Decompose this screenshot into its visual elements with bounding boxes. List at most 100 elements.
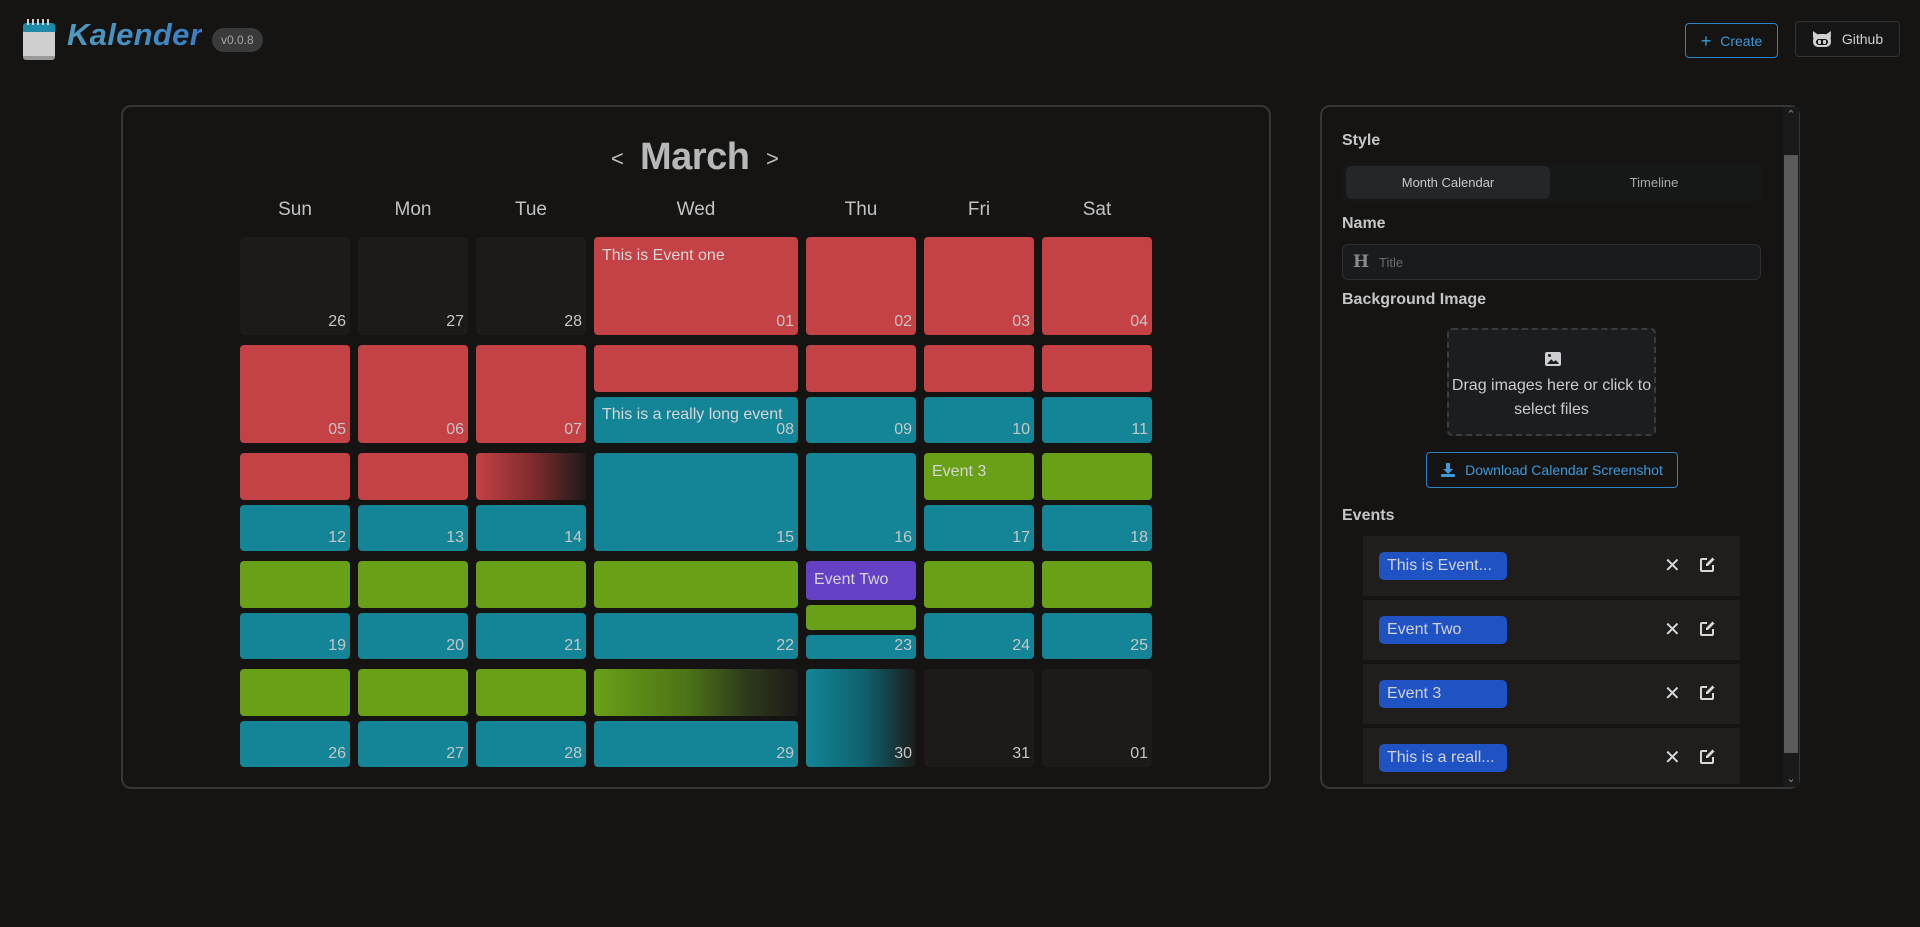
day-number: 01 xyxy=(776,313,794,330)
name-input[interactable] xyxy=(1379,245,1754,279)
edit-icon[interactable] xyxy=(1699,684,1716,701)
logo-rings xyxy=(27,19,51,25)
close-icon[interactable]: ✕ xyxy=(1664,747,1681,769)
event-tag[interactable]: Event Two xyxy=(1379,616,1507,644)
prev-month-button[interactable]: < xyxy=(611,146,624,172)
day-number: 11 xyxy=(1131,421,1148,438)
name-field: H xyxy=(1342,244,1761,280)
event-bar-green[interactable] xyxy=(806,605,916,630)
event-bar-red[interactable] xyxy=(594,345,798,392)
event-list-item: This is a reall... ✕ xyxy=(1363,728,1740,784)
plus-icon: + xyxy=(1700,30,1712,51)
background-image-label: Background Image xyxy=(1342,291,1487,308)
event-bar-green[interactable] xyxy=(1042,561,1152,608)
edit-icon[interactable] xyxy=(1699,556,1716,573)
event-title: This is Event one xyxy=(602,247,725,264)
event-bar-red[interactable] xyxy=(924,345,1034,392)
event-bar-red[interactable] xyxy=(358,453,468,500)
sidebar-scrollbar[interactable]: ⌃ ⌄ xyxy=(1783,107,1799,787)
month-title: March xyxy=(640,136,750,178)
day-number: 12 xyxy=(328,529,346,546)
event-bar-green[interactable] xyxy=(594,561,798,608)
day-number: 28 xyxy=(564,745,582,762)
day-number: 07 xyxy=(564,421,582,438)
event-list-item: This is Event... ✕ xyxy=(1363,536,1740,596)
event-bar-fade-green[interactable] xyxy=(594,669,798,716)
download-screenshot-button[interactable]: Download Calendar Screenshot xyxy=(1426,452,1678,488)
event-title: Event Two xyxy=(814,571,889,588)
scrollbar-thumb[interactable] xyxy=(1784,155,1798,753)
day-number: 30 xyxy=(894,745,912,762)
day-number: 27 xyxy=(446,745,464,762)
day-number: 02 xyxy=(894,313,912,330)
event-bar-green[interactable] xyxy=(240,561,350,608)
style-toggle: Month Calendar Timeline xyxy=(1342,163,1762,201)
day-number: 26 xyxy=(328,313,346,330)
day-number: 29 xyxy=(776,745,794,762)
weekday-wed: Wed xyxy=(676,199,716,220)
event-list-item: Event 3 ✕ xyxy=(1363,664,1740,724)
day-number: 09 xyxy=(894,421,912,438)
close-icon[interactable]: ✕ xyxy=(1664,555,1681,577)
weekday-fri: Fri xyxy=(967,199,991,220)
scroll-down-icon[interactable]: ⌄ xyxy=(1783,771,1799,787)
event-title: Event 3 xyxy=(932,463,987,480)
day-number: 27 xyxy=(446,313,464,330)
day-number: 24 xyxy=(1012,637,1030,654)
event-bar-green[interactable] xyxy=(1042,453,1152,500)
day-number: 28 xyxy=(564,313,582,330)
download-button-label: Download Calendar Screenshot xyxy=(1465,462,1663,478)
event-bar-green[interactable] xyxy=(476,669,586,716)
day-number: 13 xyxy=(446,529,464,546)
event-bar-red[interactable] xyxy=(1042,345,1152,392)
weekday-tue: Tue xyxy=(514,199,548,220)
event-bar-green[interactable] xyxy=(240,669,350,716)
style-option-month-calendar[interactable]: Month Calendar xyxy=(1346,166,1550,199)
event-tag[interactable]: This is a reall... xyxy=(1379,744,1507,772)
name-label: Name xyxy=(1342,215,1386,232)
event-bar-green[interactable] xyxy=(358,561,468,608)
day-number: 03 xyxy=(1012,313,1030,330)
day-number: 17 xyxy=(1012,529,1030,546)
weekday-mon: Mon xyxy=(394,199,432,220)
day-number: 14 xyxy=(564,529,582,546)
style-label: Style xyxy=(1342,132,1381,149)
event-bar-green[interactable] xyxy=(476,561,586,608)
github-button[interactable]: Github xyxy=(1795,21,1900,57)
day-number: 25 xyxy=(1130,637,1148,654)
event-bar-green[interactable] xyxy=(924,561,1034,608)
events-label: Events xyxy=(1342,507,1395,524)
github-button-label: Github xyxy=(1841,31,1884,47)
day-number: 04 xyxy=(1130,313,1148,330)
github-icon xyxy=(1812,31,1832,47)
dropzone-text: Drag images here or click to select file… xyxy=(1451,377,1652,418)
event-bar-green[interactable] xyxy=(358,669,468,716)
day-number: 06 xyxy=(446,421,464,438)
edit-icon[interactable] xyxy=(1699,748,1716,765)
day-number: 26 xyxy=(328,745,346,762)
style-option-timeline[interactable]: Timeline xyxy=(1552,166,1756,199)
app-title: Kalender xyxy=(67,17,203,52)
download-icon xyxy=(1441,463,1456,477)
next-month-button[interactable]: > xyxy=(766,146,779,172)
day-number: 31 xyxy=(1012,745,1030,762)
day-number: 21 xyxy=(564,637,582,654)
day-number: 16 xyxy=(894,529,912,546)
day-number: 18 xyxy=(1130,529,1148,546)
weekday-thu: Thu xyxy=(844,199,878,220)
event-bar-red[interactable] xyxy=(806,345,916,392)
image-dropzone[interactable]: Drag images here or click to select file… xyxy=(1447,328,1656,436)
scroll-up-icon[interactable]: ⌃ xyxy=(1783,107,1799,123)
day-number: 15 xyxy=(776,529,794,546)
day-number: 01 xyxy=(1130,745,1148,762)
event-bar-fade-red[interactable] xyxy=(476,453,586,500)
create-button[interactable]: + Create xyxy=(1685,23,1778,58)
day-number: 23 xyxy=(894,637,912,654)
create-button-label: Create xyxy=(1720,32,1763,49)
event-tag[interactable]: This is Event... xyxy=(1379,552,1507,580)
event-tag[interactable]: Event 3 xyxy=(1379,680,1507,708)
close-icon[interactable]: ✕ xyxy=(1664,683,1681,705)
close-icon[interactable]: ✕ xyxy=(1664,619,1681,641)
event-bar-red[interactable] xyxy=(240,453,350,500)
edit-icon[interactable] xyxy=(1699,620,1716,637)
